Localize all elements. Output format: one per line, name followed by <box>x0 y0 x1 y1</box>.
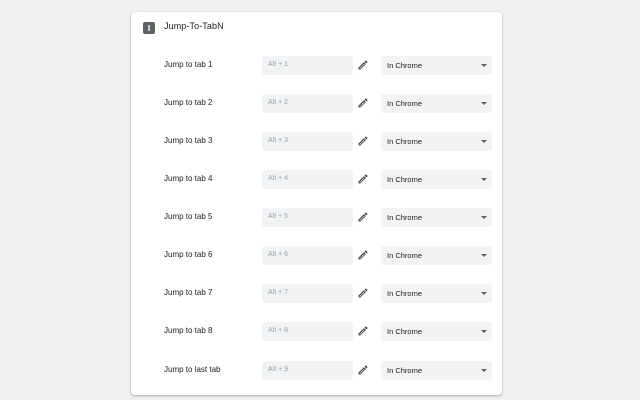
command-label: Jump to tab 3 <box>164 136 213 145</box>
command-label: Jump to tab 1 <box>164 60 213 69</box>
command-label: Jump to tab 7 <box>164 288 213 297</box>
shortcut-value: Alt + 8 <box>268 327 289 334</box>
scope-value: In Chrome <box>387 327 423 336</box>
extension-shortcuts-card: Jump-To-TabN Jump to tab 1 Alt + 1 In Ch… <box>131 12 502 395</box>
command-label: Jump to tab 8 <box>164 326 213 335</box>
command-label: Jump to tab 4 <box>164 174 213 183</box>
extension-icon <box>143 22 155 34</box>
shortcut-row: Jump to tab 4 Alt + 4 In Chrome <box>131 170 502 190</box>
extension-title: Jump-To-TabN <box>164 21 224 31</box>
scope-value: In Chrome <box>387 251 423 260</box>
scope-select[interactable]: In Chrome <box>381 246 492 265</box>
scope-select[interactable]: In Chrome <box>381 132 492 151</box>
command-label: Jump to tab 6 <box>164 250 213 259</box>
command-label: Jump to tab 2 <box>164 98 213 107</box>
card-header: Jump-To-TabN <box>131 12 502 46</box>
caret-down-icon <box>481 140 487 143</box>
shortcut-row: Jump to tab 1 Alt + 1 In Chrome <box>131 56 502 76</box>
pencil-icon[interactable] <box>357 173 369 185</box>
caret-down-icon <box>481 178 487 181</box>
pencil-icon[interactable] <box>357 97 369 109</box>
shortcut-row: Jump to tab 5 Alt + 5 In Chrome <box>131 208 502 228</box>
caret-down-icon <box>481 254 487 257</box>
pencil-icon[interactable] <box>357 135 369 147</box>
pencil-icon[interactable] <box>357 249 369 261</box>
scope-select[interactable]: In Chrome <box>381 56 492 75</box>
pencil-icon[interactable] <box>357 211 369 223</box>
shortcut-value: Alt + 6 <box>268 251 289 258</box>
scope-select[interactable]: In Chrome <box>381 208 492 227</box>
shortcut-value: Alt + 4 <box>268 175 289 182</box>
command-label: Jump to tab 5 <box>164 212 213 221</box>
shortcut-value: Alt + 7 <box>268 289 289 296</box>
scope-select[interactable]: In Chrome <box>381 322 492 341</box>
command-label: Jump to last tab <box>164 365 221 374</box>
shortcut-row: Jump to tab 8 Alt + 8 In Chrome <box>131 322 502 342</box>
shortcut-value: Alt + 1 <box>268 61 289 68</box>
caret-down-icon <box>481 369 487 372</box>
scope-value: In Chrome <box>387 175 423 184</box>
caret-down-icon <box>481 102 487 105</box>
shortcut-value: Alt + 3 <box>268 137 289 144</box>
scope-value: In Chrome <box>387 61 423 70</box>
caret-down-icon <box>481 330 487 333</box>
scope-select[interactable]: In Chrome <box>381 94 492 113</box>
scope-value: In Chrome <box>387 366 423 375</box>
scope-select[interactable]: In Chrome <box>381 361 492 380</box>
shortcut-row: Jump to tab 7 Alt + 7 In Chrome <box>131 284 502 304</box>
caret-down-icon <box>481 292 487 295</box>
shortcut-value: Alt + 9 <box>268 366 289 373</box>
scope-select[interactable]: In Chrome <box>381 170 492 189</box>
caret-down-icon <box>481 216 487 219</box>
pencil-icon[interactable] <box>357 287 369 299</box>
pencil-icon[interactable] <box>357 325 369 337</box>
shortcut-row: Jump to tab 3 Alt + 3 In Chrome <box>131 132 502 152</box>
scope-value: In Chrome <box>387 289 423 298</box>
shortcut-row: Jump to tab 6 Alt + 6 In Chrome <box>131 246 502 266</box>
shortcut-row: Jump to last tab Alt + 9 In Chrome <box>131 361 502 381</box>
pencil-icon[interactable] <box>357 364 369 376</box>
scope-value: In Chrome <box>387 137 423 146</box>
caret-down-icon <box>481 64 487 67</box>
scope-value: In Chrome <box>387 213 423 222</box>
shortcut-value: Alt + 2 <box>268 99 289 106</box>
scope-select[interactable]: In Chrome <box>381 284 492 303</box>
shortcut-row: Jump to tab 2 Alt + 2 In Chrome <box>131 94 502 114</box>
shortcut-value: Alt + 5 <box>268 213 289 220</box>
pencil-icon[interactable] <box>357 59 369 71</box>
scope-value: In Chrome <box>387 99 423 108</box>
